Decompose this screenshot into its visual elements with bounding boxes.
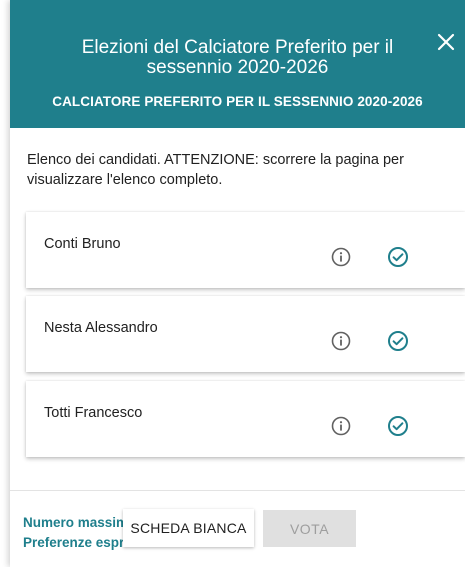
max-preferences-line-1: Numero massimo	[23, 515, 133, 530]
info-icon	[331, 331, 351, 351]
candidate-name: Totti Francesco	[44, 405, 143, 421]
voting-dialog: Elezioni del Calciatore Preferito per il…	[10, 0, 465, 567]
candidate-card: Nesta Alessandro	[26, 296, 465, 372]
candidate-list-intro: Elenco dei candidati. ATTENZIONE: scorre…	[27, 152, 404, 188]
check-circle-icon	[388, 331, 408, 351]
dialog-subtitle: CALCIATORE PREFERITO PER IL SESSENNIO 20…	[52, 94, 423, 109]
info-icon	[331, 247, 351, 267]
candidate-select-button[interactable]	[386, 414, 410, 438]
candidate-card: Conti Bruno	[26, 212, 465, 288]
candidate-info-button[interactable]	[330, 330, 352, 352]
max-preferences-info: Numero massimo Preferenze esprimibili	[23, 513, 133, 553]
close-button[interactable]	[434, 30, 458, 54]
check-circle-icon	[388, 416, 408, 436]
check-circle-icon	[388, 247, 408, 267]
candidate-name: Nesta Alessandro	[44, 320, 158, 336]
dialog-title: Elezioni del Calciatore Preferito per il…	[81, 37, 394, 78]
info-icon	[331, 416, 351, 436]
vote-button[interactable]: VOTA	[263, 510, 356, 547]
max-preferences-line-2: Preferenze esprimibili	[23, 535, 133, 550]
candidate-info-button[interactable]	[330, 246, 352, 268]
candidate-select-button[interactable]	[386, 245, 410, 269]
footer-divider	[10, 490, 465, 491]
candidate-name: Conti Bruno	[44, 236, 121, 252]
candidate-select-button[interactable]	[386, 329, 410, 353]
candidate-info-button[interactable]	[330, 415, 352, 437]
dialog-header: Elezioni del Calciatore Preferito per il…	[10, 0, 465, 128]
close-icon	[437, 33, 455, 51]
blank-ballot-button[interactable]: SCHEDA BIANCA	[123, 509, 254, 547]
candidate-card: Totti Francesco	[26, 381, 465, 457]
